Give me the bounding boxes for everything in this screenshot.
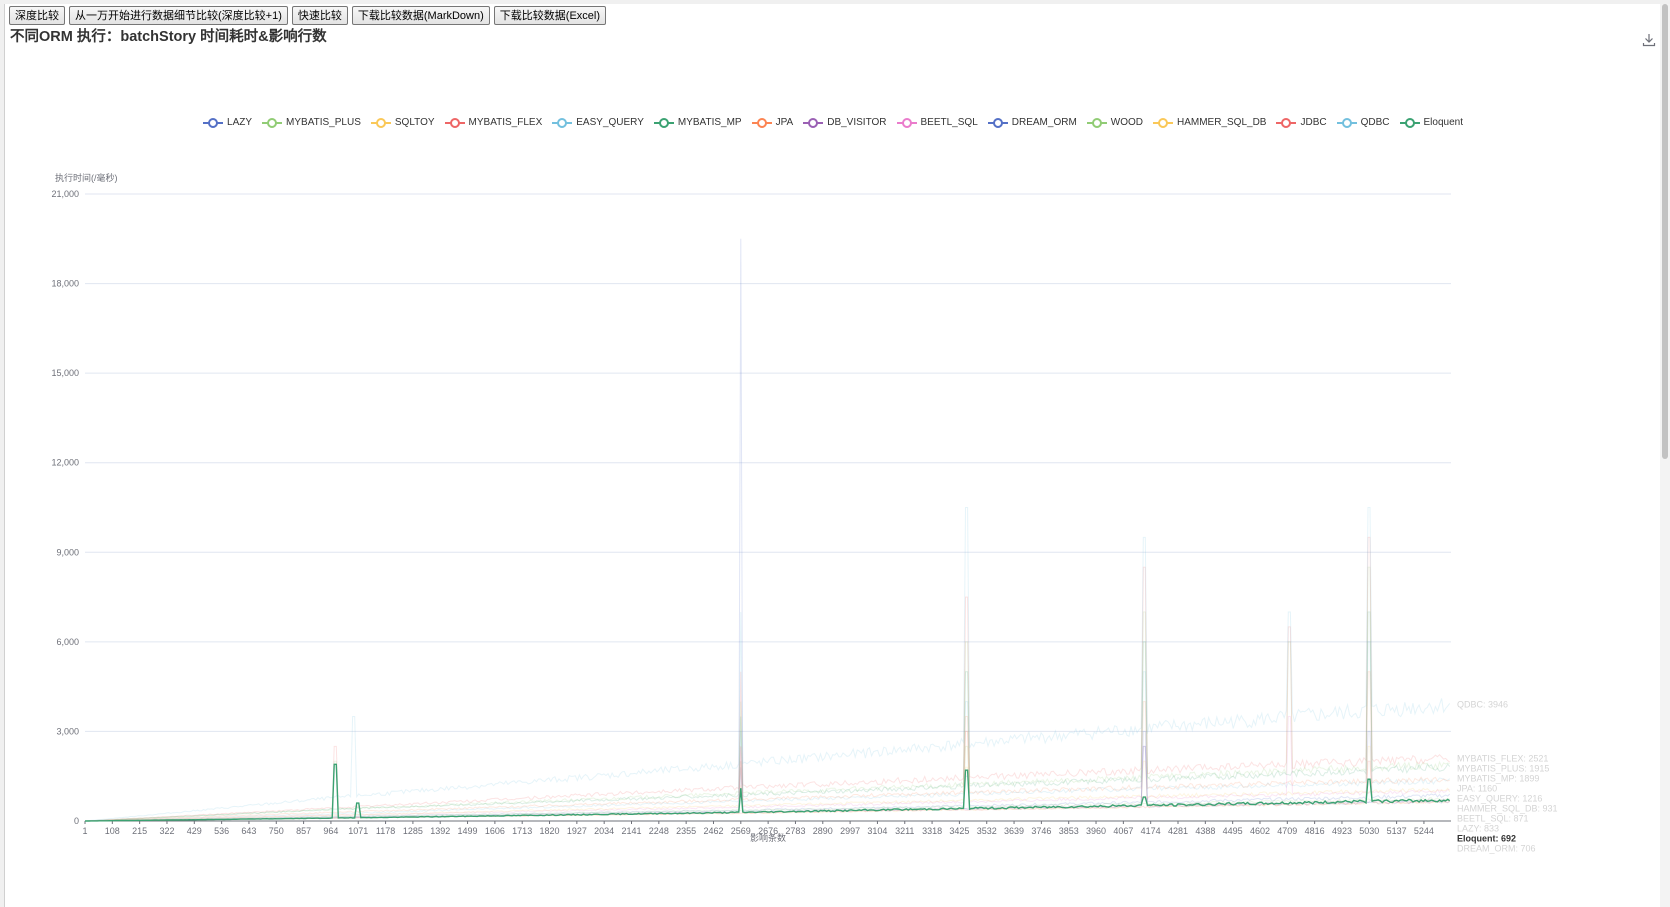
vertical-scrollbar[interactable] bbox=[1660, 4, 1670, 907]
y-tick-label: 15,000 bbox=[51, 368, 79, 378]
series-line-mybatis-flex bbox=[84, 536, 1451, 822]
x-tick-label: 3960 bbox=[1086, 826, 1106, 836]
y-tick-label: 3,000 bbox=[56, 726, 79, 736]
x-tick-label: 4281 bbox=[1168, 826, 1188, 836]
x-tick-label: 4602 bbox=[1250, 826, 1270, 836]
x-tick-label: 3425 bbox=[949, 826, 969, 836]
series-end-label: MYBATIS_PLUS: 1915 bbox=[1457, 763, 1549, 773]
y-tick-label: 12,000 bbox=[51, 458, 79, 468]
series-end-label: QDBC: 3946 bbox=[1457, 700, 1508, 710]
series-end-label: DREAM_ORM: 706 bbox=[1457, 843, 1536, 853]
x-tick-label: 1285 bbox=[403, 826, 423, 836]
x-tick-label: 322 bbox=[159, 826, 174, 836]
x-tick-label: 1713 bbox=[512, 826, 532, 836]
x-tick-label: 643 bbox=[241, 826, 256, 836]
x-tick-label: 1499 bbox=[458, 826, 478, 836]
series-end-label: HAMMER_SQL_DB: 931 bbox=[1457, 803, 1558, 813]
x-tick-label: 4709 bbox=[1277, 826, 1297, 836]
x-tick-label: 4495 bbox=[1223, 826, 1243, 836]
y-tick-label: 6,000 bbox=[56, 637, 79, 647]
x-tick-label: 5030 bbox=[1359, 826, 1379, 836]
x-tick-label: 1820 bbox=[540, 826, 560, 836]
x-tick-label: 857 bbox=[296, 826, 311, 836]
x-tick-label: 964 bbox=[323, 826, 338, 836]
x-tick-label: 3318 bbox=[922, 826, 942, 836]
x-tick-label: 2248 bbox=[649, 826, 669, 836]
x-tick-label: 2783 bbox=[785, 826, 805, 836]
x-tick-label: 2355 bbox=[676, 826, 696, 836]
series-line-jpa bbox=[84, 671, 1450, 822]
x-tick-label: 5244 bbox=[1414, 826, 1434, 836]
x-tick-label: 4816 bbox=[1305, 826, 1325, 836]
series-end-label: MYBATIS_MP: 1899 bbox=[1457, 773, 1539, 783]
y-tick-label: 18,000 bbox=[51, 279, 79, 289]
series-end-label: BEETL_SQL: 871 bbox=[1457, 813, 1529, 823]
series-line-mybatis-mp bbox=[84, 611, 1451, 822]
x-tick-label: 4388 bbox=[1195, 826, 1215, 836]
x-tick-label: 1 bbox=[82, 826, 87, 836]
x-tick-label: 2141 bbox=[621, 826, 641, 836]
x-tick-label: 2034 bbox=[594, 826, 614, 836]
x-tick-label: 1071 bbox=[348, 826, 368, 836]
x-tick-label: 3853 bbox=[1059, 826, 1079, 836]
series-end-label: LAZY: 833 bbox=[1457, 823, 1499, 833]
x-tick-label: 4067 bbox=[1113, 826, 1133, 836]
page-window: 深度比较 从一万开始进行数据细节比较(深度比较+1) 快速比较 下载比较数据(M… bbox=[4, 4, 1661, 907]
series-end-label: MYBATIS_FLEX: 2521 bbox=[1457, 753, 1548, 763]
y-axis-title: 执行时间(/毫秒) bbox=[55, 172, 118, 183]
x-tick-label: 3211 bbox=[895, 826, 914, 836]
x-tick-label: 5137 bbox=[1387, 826, 1407, 836]
x-tick-label: 429 bbox=[187, 826, 202, 836]
x-tick-label: 2997 bbox=[840, 826, 860, 836]
x-tick-label: 4923 bbox=[1332, 826, 1352, 836]
scrollbar-thumb[interactable] bbox=[1662, 4, 1668, 459]
y-tick-label: 0 bbox=[74, 816, 79, 826]
x-tick-label: 1178 bbox=[376, 826, 395, 836]
series-end-label: JPA: 1160 bbox=[1457, 783, 1497, 793]
series-line-mybatis-plus bbox=[84, 566, 1450, 822]
line-chart: 0 3,000 6,000 9,000 12,000 15,000 18,000 21,000… bbox=[51, 172, 1558, 853]
y-tick-label: 9,000 bbox=[56, 547, 79, 557]
x-tick-label: 3639 bbox=[1004, 826, 1024, 836]
x-tick-label: 1927 bbox=[567, 826, 587, 836]
series-end-label: EASY_QUERY: 1216 bbox=[1457, 793, 1542, 803]
x-tick-label: 3532 bbox=[977, 826, 997, 836]
x-axis-title: 影响条数 bbox=[750, 832, 786, 843]
x-tick-label: 750 bbox=[269, 826, 284, 836]
x-tick-label: 3746 bbox=[1031, 826, 1051, 836]
series-line-dream-orm bbox=[85, 238, 1450, 822]
x-tick-label: 1392 bbox=[430, 826, 450, 836]
x-tick-label: 2462 bbox=[703, 826, 723, 836]
y-tick-label: 21,000 bbox=[51, 189, 79, 199]
x-tick-label: 108 bbox=[105, 826, 120, 836]
x-tick-label: 1606 bbox=[485, 826, 505, 836]
x-tick-label: 215 bbox=[132, 826, 147, 836]
x-tick-label: 3104 bbox=[867, 826, 887, 836]
series-end-label: Eloquent: 692 bbox=[1457, 833, 1516, 843]
x-tick-label: 4174 bbox=[1141, 826, 1161, 836]
x-tick-label: 536 bbox=[214, 826, 229, 836]
x-tick-label: 2569 bbox=[731, 826, 751, 836]
x-tick-label: 2890 bbox=[813, 826, 833, 836]
